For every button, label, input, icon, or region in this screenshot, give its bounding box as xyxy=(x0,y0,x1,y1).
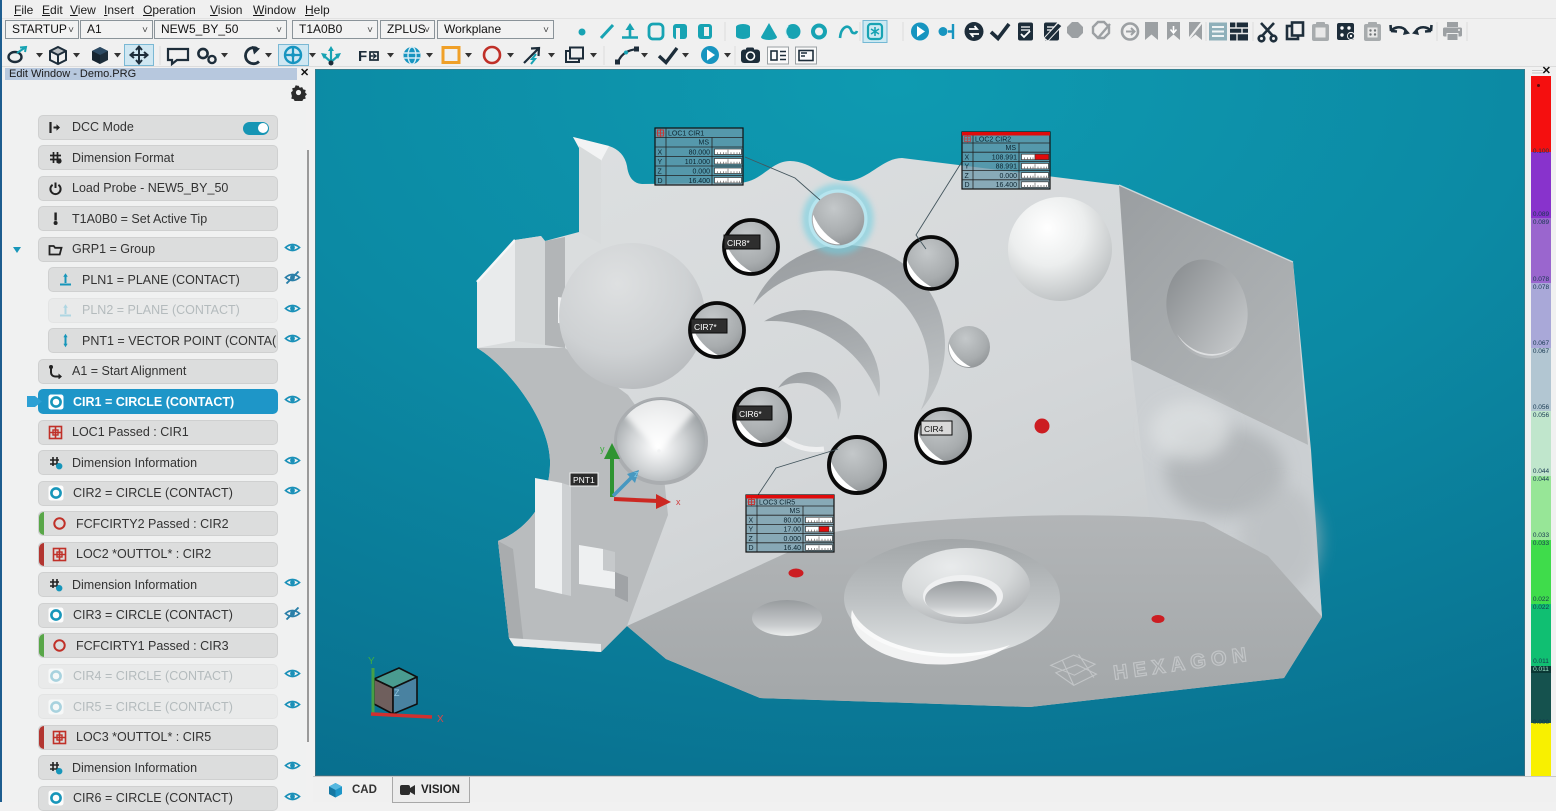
svg-text:88.991: 88.991 xyxy=(996,164,1018,171)
svg-text:LOC1 CIR1: LOC1 CIR1 xyxy=(668,131,704,138)
svg-text:D: D xyxy=(749,545,754,552)
svg-text:17.00: 17.00 xyxy=(783,527,801,534)
svg-text:z: z xyxy=(634,469,639,479)
svg-text:Y: Y xyxy=(749,527,754,534)
svg-text:X: X xyxy=(658,150,663,157)
svg-text:80.00: 80.00 xyxy=(783,518,801,525)
svg-text:Y: Y xyxy=(965,164,970,171)
svg-text:LOC3 CIR5: LOC3 CIR5 xyxy=(759,500,795,507)
svg-text:F: F xyxy=(358,48,367,65)
svg-text:CIR6*: CIR6* xyxy=(739,409,762,419)
svg-text:16.400: 16.400 xyxy=(689,178,711,185)
svg-text:MS: MS xyxy=(1006,145,1017,152)
svg-text:Z: Z xyxy=(965,173,970,180)
svg-text:y: y xyxy=(600,444,605,454)
svg-text:LOC2 CIR2: LOC2 CIR2 xyxy=(975,137,1011,144)
svg-text:X: X xyxy=(749,518,754,525)
svg-text:Z: Z xyxy=(749,536,754,543)
svg-text:108.991: 108.991 xyxy=(992,155,1017,162)
svg-text:Z: Z xyxy=(394,688,400,698)
svg-text:CIR8*: CIR8* xyxy=(727,238,750,248)
svg-text:PNT1: PNT1 xyxy=(573,475,595,485)
svg-text:0.000: 0.000 xyxy=(783,536,801,543)
svg-text:CIR4: CIR4 xyxy=(924,424,944,434)
svg-text:0.000: 0.000 xyxy=(999,173,1017,180)
svg-text:80.000: 80.000 xyxy=(689,150,711,157)
svg-text:MS: MS xyxy=(699,140,710,147)
svg-text:x: x xyxy=(676,497,681,507)
svg-text:CIR7*: CIR7* xyxy=(694,322,717,332)
svg-text:D: D xyxy=(965,182,970,189)
svg-text:0.000: 0.000 xyxy=(692,169,710,176)
svg-text:MS: MS xyxy=(790,508,801,515)
svg-text:Y: Y xyxy=(658,159,663,166)
svg-text:16.40: 16.40 xyxy=(783,545,801,552)
svg-text:D: D xyxy=(658,178,663,185)
svg-text:16.400: 16.400 xyxy=(996,182,1018,189)
svg-text:101.000: 101.000 xyxy=(685,159,710,166)
svg-text:Z: Z xyxy=(658,169,663,176)
svg-text:Y: Y xyxy=(368,656,375,667)
svg-text:X: X xyxy=(965,155,970,162)
svg-text:X: X xyxy=(437,714,444,725)
